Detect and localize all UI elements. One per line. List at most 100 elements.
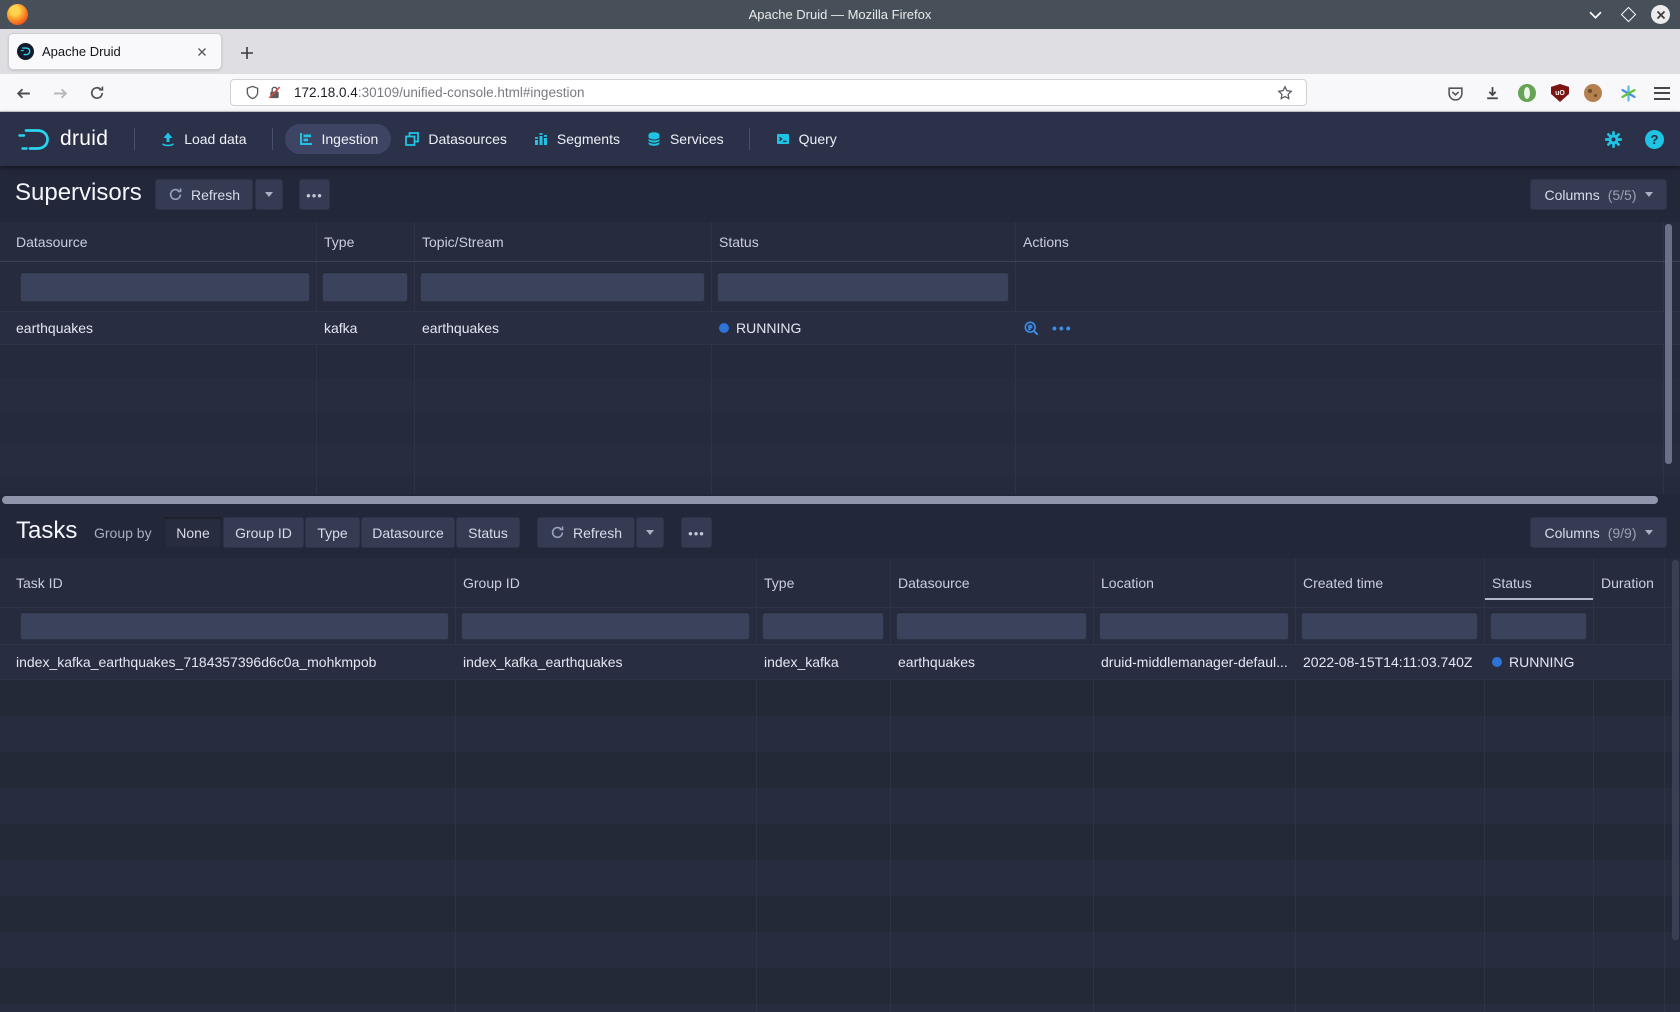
- ublock-origin-icon[interactable]: uO: [1551, 84, 1569, 102]
- maximize-icon[interactable]: [1621, 7, 1637, 23]
- settings-gear-icon[interactable]: [1602, 128, 1624, 150]
- columns-label: Columns: [1544, 187, 1599, 203]
- nav-ingestion[interactable]: Ingestion: [285, 124, 392, 154]
- druid-logo[interactable]: druid: [16, 126, 108, 153]
- close-window-icon[interactable]: [1651, 5, 1670, 24]
- column-header-type[interactable]: Type: [316, 222, 414, 261]
- column-header-task-id[interactable]: Task ID: [0, 558, 455, 607]
- column-header-datasource[interactable]: Datasource: [0, 222, 316, 261]
- created-time-filter-input[interactable]: [1301, 612, 1478, 640]
- group-by-group-id-button[interactable]: Group ID: [223, 517, 304, 548]
- nav-label: Ingestion: [322, 131, 379, 147]
- datasource-filter-input[interactable]: [896, 612, 1087, 640]
- druid-navbar: druid Load data Ingestion Datasources Se…: [0, 112, 1680, 166]
- type-filter-input[interactable]: [762, 612, 884, 640]
- cell-status: RUNNING: [711, 312, 1015, 344]
- status-text: RUNNING: [736, 320, 801, 336]
- refresh-icon: [550, 525, 565, 540]
- nav-label: Query: [799, 131, 837, 147]
- more-icon: [306, 187, 323, 203]
- supervisor-row[interactable]: earthquakes kafka earthquakes RUNNING: [0, 312, 1680, 345]
- refresh-label: Refresh: [573, 525, 622, 541]
- tasks-refresh-button[interactable]: Refresh: [537, 517, 635, 548]
- row-actions-more-icon[interactable]: [1052, 320, 1073, 336]
- tasks-more-button[interactable]: [681, 517, 712, 548]
- menu-hamburger-icon[interactable]: [1654, 87, 1670, 100]
- tasks-columns-button[interactable]: Columns (9/9): [1530, 517, 1667, 548]
- supervisors-title: Supervisors: [15, 179, 142, 207]
- status-running-dot: [719, 323, 729, 333]
- firefox-window: Apache Druid — Mozilla Firefox Apache Dr…: [0, 0, 1680, 1012]
- location-filter-input[interactable]: [1099, 612, 1289, 640]
- group-by-type-button[interactable]: Type: [305, 517, 360, 548]
- minimize-icon[interactable]: [1584, 4, 1606, 26]
- cell-status: RUNNING: [1484, 645, 1593, 679]
- url-text: 172.18.0.4:30109/unified-console.html#in…: [294, 85, 1274, 100]
- supervisors-vertical-scrollbar[interactable]: [1665, 224, 1672, 464]
- pocket-icon[interactable]: [1444, 82, 1466, 104]
- group-by-none-button[interactable]: None: [164, 517, 222, 548]
- browser-tab[interactable]: Apache Druid: [8, 33, 222, 70]
- task-id-filter-input[interactable]: [20, 612, 449, 640]
- supervisors-more-button[interactable]: [299, 179, 330, 210]
- column-header-datasource[interactable]: Datasource: [890, 558, 1093, 607]
- column-header-status[interactable]: Status: [711, 222, 1015, 261]
- new-tab-icon[interactable]: [236, 42, 258, 64]
- column-header-location[interactable]: Location: [1093, 558, 1295, 607]
- help-icon[interactable]: [1645, 130, 1664, 149]
- nav-services[interactable]: Services: [633, 124, 737, 154]
- status-filter-input[interactable]: [717, 272, 1009, 302]
- reload-icon[interactable]: [86, 82, 108, 104]
- tasks-title: Tasks: [16, 517, 77, 545]
- group-id-filter-input[interactable]: [461, 612, 750, 640]
- group-by-datasource-button[interactable]: Datasource: [361, 517, 455, 548]
- cell-actions: [1015, 312, 1680, 344]
- task-row[interactable]: index_kafka_earthquakes_7184357396d6c0a_…: [0, 644, 1680, 680]
- address-bar[interactable]: 172.18.0.4:30109/unified-console.html#in…: [230, 79, 1307, 106]
- column-header-duration[interactable]: Duration: [1593, 558, 1664, 607]
- nav-load-data[interactable]: Load data: [147, 124, 259, 154]
- supervisors-refresh-button[interactable]: Refresh: [155, 179, 253, 210]
- supervisors-refresh-dropdown-button[interactable]: [255, 179, 283, 210]
- tasks-vertical-scrollbar[interactable]: [1672, 560, 1679, 940]
- status-sort-indicator: [1485, 598, 1593, 600]
- column-header-created-time[interactable]: Created time: [1295, 558, 1484, 607]
- columns-count: (9/9): [1608, 525, 1637, 541]
- nav-query[interactable]: Query: [762, 124, 850, 154]
- tracking-shield-icon[interactable]: [241, 82, 263, 104]
- status-filter-input[interactable]: [1490, 612, 1587, 640]
- inspect-payload-icon[interactable]: [1023, 320, 1040, 337]
- tasks-refresh-dropdown-button[interactable]: [636, 517, 664, 548]
- nav-divider: [134, 128, 135, 150]
- group-by-status-button[interactable]: Status: [456, 517, 520, 548]
- bookmark-star-icon[interactable]: [1274, 82, 1296, 104]
- supervisors-horizontal-scrollbar[interactable]: [2, 496, 1658, 504]
- query-icon: [775, 131, 791, 147]
- close-tab-icon[interactable]: [191, 41, 213, 63]
- nav-datasources[interactable]: Datasources: [391, 124, 520, 154]
- segment-label: Status: [468, 525, 508, 541]
- segment-label: Group ID: [235, 525, 292, 541]
- segment-label: Datasource: [372, 525, 444, 541]
- status-running-dot: [1492, 657, 1502, 667]
- forward-icon[interactable]: [49, 82, 71, 104]
- nav-segments[interactable]: Segments: [520, 124, 633, 154]
- chevron-down-icon: [1645, 530, 1653, 535]
- type-filter-input[interactable]: [322, 272, 408, 302]
- extension-asterisk-icon[interactable]: [1617, 82, 1639, 104]
- column-header-topic-stream[interactable]: Topic/Stream: [414, 222, 711, 261]
- downloads-icon[interactable]: [1481, 82, 1503, 104]
- cell-task-id: index_kafka_earthquakes_7184357396d6c0a_…: [0, 645, 455, 679]
- column-header-type[interactable]: Type: [756, 558, 890, 607]
- topic-stream-filter-input[interactable]: [420, 272, 705, 302]
- group-by-label: Group by: [94, 525, 152, 541]
- cookie-extension-icon[interactable]: [1584, 84, 1602, 102]
- column-header-group-id[interactable]: Group ID: [455, 558, 756, 607]
- tasks-header-row: Task ID Group ID Type Datasource Locatio…: [0, 558, 1680, 608]
- nav-label: Load data: [184, 131, 246, 147]
- insecure-lock-icon[interactable]: [263, 82, 285, 104]
- supervisors-columns-button[interactable]: Columns (5/5): [1530, 179, 1667, 210]
- datasource-filter-input[interactable]: [20, 272, 310, 302]
- extension-green-icon[interactable]: [1518, 84, 1536, 102]
- back-icon[interactable]: [12, 82, 34, 104]
